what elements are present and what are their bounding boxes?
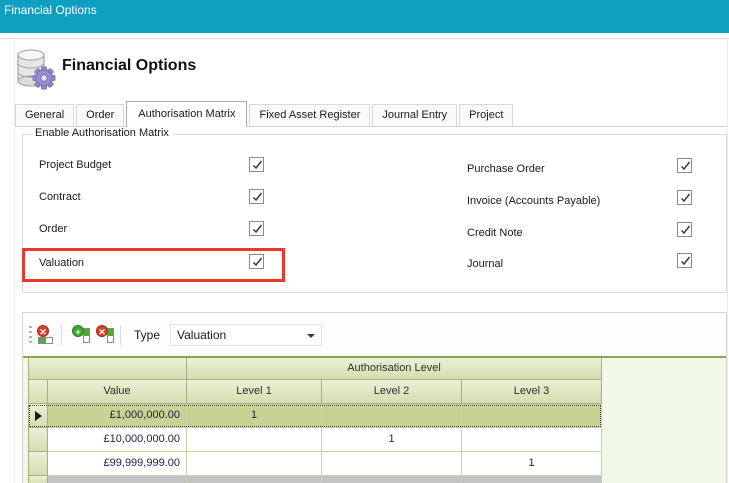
row-header-stub [28, 380, 48, 404]
coins-gear-icon [14, 43, 56, 91]
type-label: Type [134, 328, 160, 342]
financial-options-window: Financial Options Financial Options Gene… [0, 0, 729, 483]
divider [0, 38, 729, 39]
cell-level1[interactable]: 1 [187, 404, 322, 428]
contract-label: Contract [39, 188, 81, 206]
table-row[interactable]: £1,000,000.00 1 [28, 404, 602, 428]
groupbox-label: Enable Authorisation Matrix [31, 127, 173, 139]
cell-level3[interactable]: 1 [462, 452, 602, 476]
valuation-highlight-box [22, 248, 285, 282]
cell-level2[interactable] [322, 404, 462, 428]
table-row[interactable]: £10,000,000.00 1 [28, 428, 602, 452]
cell-level3[interactable] [462, 404, 602, 428]
column-header-level1[interactable]: Level 1 [187, 380, 322, 404]
chevron-down-icon [307, 334, 315, 338]
table-row[interactable]: £99,999,999.00 1 [28, 452, 602, 476]
purchase-order-checkbox[interactable] [677, 158, 692, 173]
order-label: Order [39, 220, 67, 238]
current-row-indicator[interactable] [28, 404, 48, 428]
grid-new-row-partial [28, 476, 602, 483]
credit-note-checkbox[interactable] [677, 222, 692, 237]
journal-checkbox[interactable] [677, 253, 692, 268]
contract-checkbox[interactable] [249, 189, 264, 204]
cell-value[interactable]: £99,999,999.00 [48, 452, 187, 476]
type-combobox[interactable]: Valuation [170, 324, 322, 346]
toolbar-separator [120, 325, 121, 345]
delete-row-icon[interactable]: ✕ [37, 325, 56, 344]
row-header[interactable] [28, 428, 48, 452]
window-titlebar[interactable]: Financial Options [0, 0, 729, 33]
tab-authorisation-matrix[interactable]: Authorisation Matrix [126, 101, 247, 127]
project-budget-label: Project Budget [39, 156, 111, 174]
tab-fixed-asset-register[interactable]: Fixed Asset Register [249, 104, 370, 126]
invoice-accounts-payable-checkbox[interactable] [677, 190, 692, 205]
grid-background: Authorisation Level Value Level 1 Level … [23, 356, 726, 483]
group-header-authorisation-level: Authorisation Level [187, 358, 602, 380]
tab-general[interactable]: General [15, 104, 74, 126]
add-level-icon[interactable]: + [72, 325, 91, 344]
page-title: Financial Options [62, 57, 196, 75]
row-arrow-icon [35, 411, 42, 421]
cell-value[interactable]: £1,000,000.00 [48, 404, 187, 428]
authorisation-grid: Authorisation Level Value Level 1 Level … [28, 358, 602, 483]
window-title: Financial Options [0, 0, 729, 17]
grid-group-header-row: Authorisation Level [28, 358, 602, 380]
group-header-blank [28, 358, 187, 380]
column-header-level3[interactable]: Level 3 [462, 380, 602, 404]
tab-journal-entry[interactable]: Journal Entry [372, 104, 457, 126]
project-budget-checkbox[interactable] [249, 157, 264, 172]
journal-label: Journal [467, 255, 503, 273]
column-header-value[interactable]: Value [48, 380, 187, 404]
row-header[interactable] [28, 452, 48, 476]
grid-toolbar: ✕ + ✕ Type Valuation [23, 313, 726, 356]
cell-level2[interactable]: 1 [322, 428, 462, 452]
cell-level2[interactable] [322, 452, 462, 476]
cell-level3[interactable] [462, 428, 602, 452]
cell-level1[interactable] [187, 428, 322, 452]
toolbar-separator [61, 325, 62, 345]
cell-level1[interactable] [187, 452, 322, 476]
credit-note-label: Credit Note [467, 224, 523, 242]
grid-column-header-row: Value Level 1 Level 2 Level 3 [28, 380, 602, 404]
remove-level-icon[interactable]: ✕ [96, 325, 115, 344]
panel-right-border [727, 39, 728, 483]
authorisation-matrix-panel: ✕ + ✕ Type Valuation Authorisat [22, 312, 727, 483]
tabstrip: General Order Authorisation Matrix Fixed… [15, 100, 727, 127]
tab-project[interactable]: Project [459, 104, 513, 126]
tab-order[interactable]: Order [76, 104, 124, 126]
type-combobox-value: Valuation [171, 325, 321, 345]
order-checkbox[interactable] [249, 221, 264, 236]
cell-value[interactable]: £10,000,000.00 [48, 428, 187, 452]
toolbar-grip[interactable] [29, 326, 32, 344]
purchase-order-label: Purchase Order [467, 160, 545, 178]
invoice-accounts-payable-label: Invoice (Accounts Payable) [467, 192, 600, 210]
column-header-level2[interactable]: Level 2 [322, 380, 462, 404]
